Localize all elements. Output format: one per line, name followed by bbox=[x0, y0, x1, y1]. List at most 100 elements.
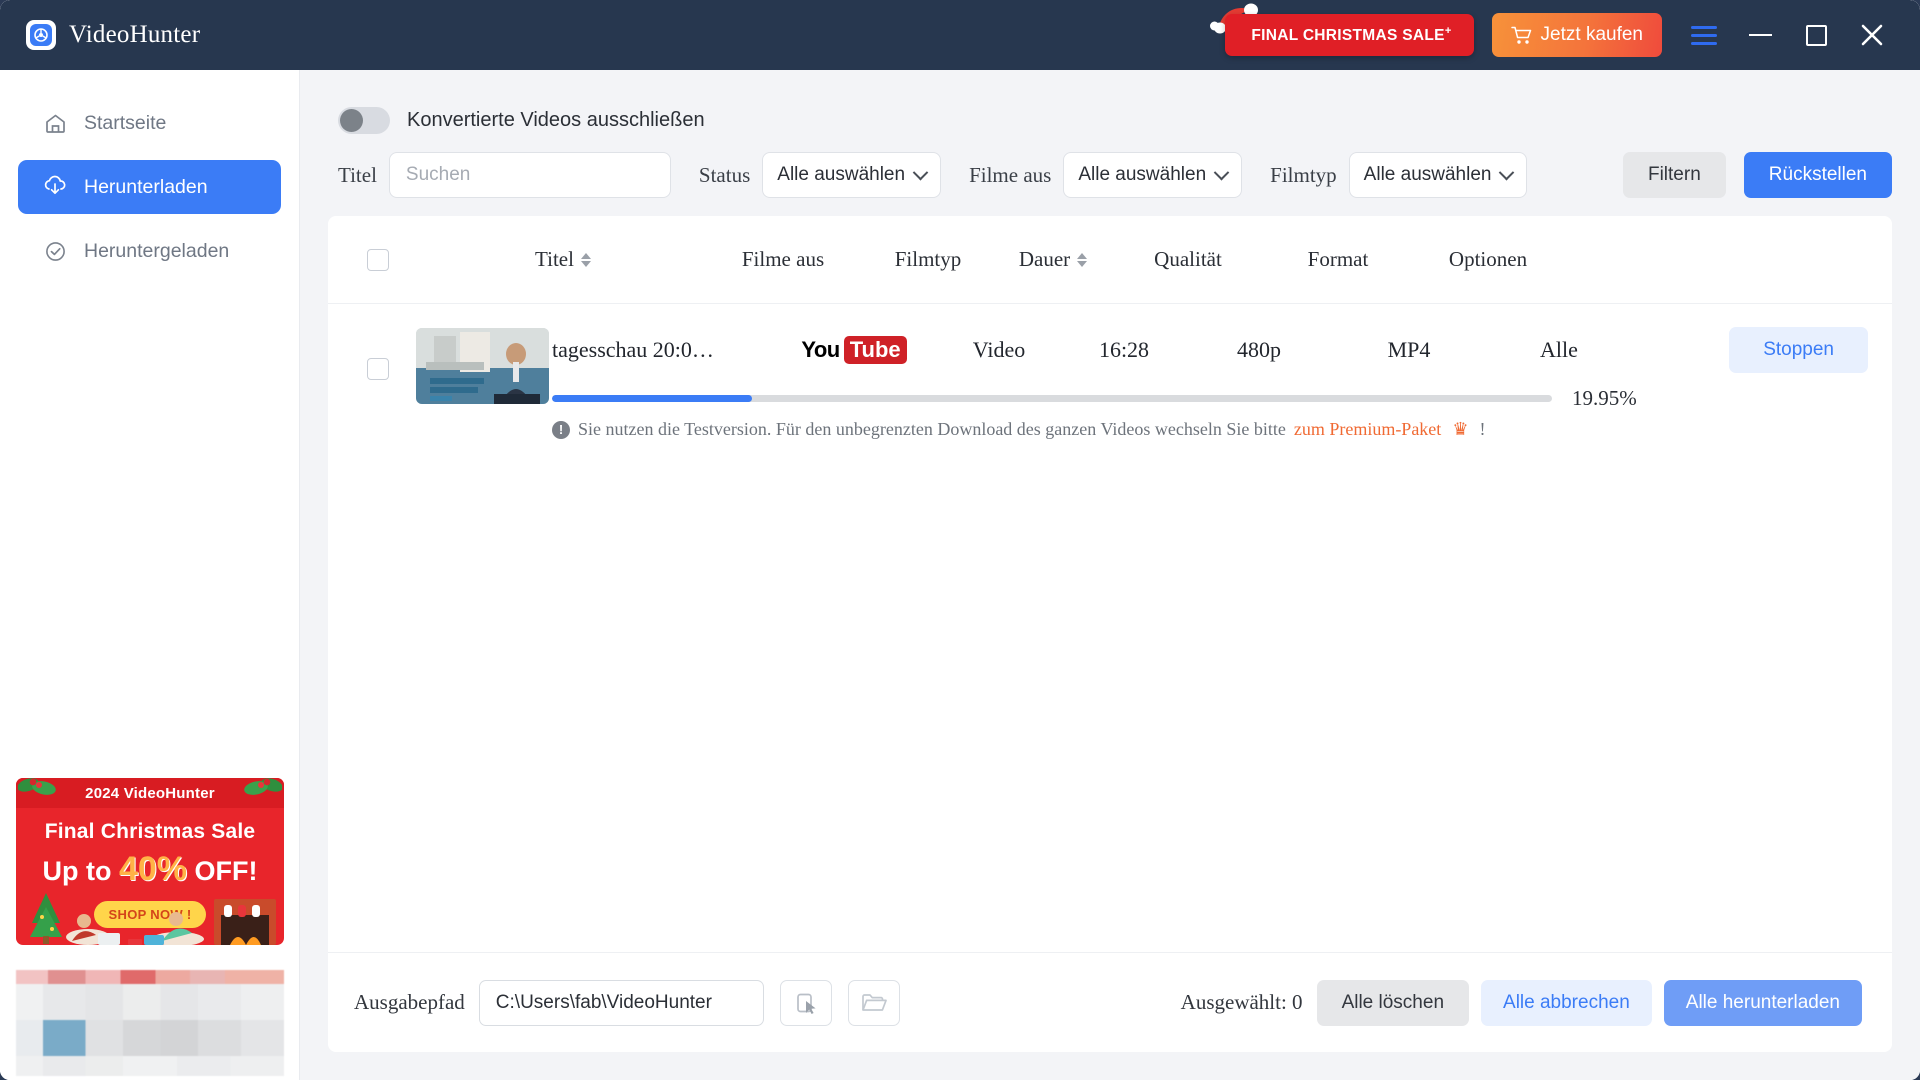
row-format[interactable]: MP4 bbox=[1329, 337, 1489, 363]
sort-title-icon[interactable] bbox=[580, 252, 591, 267]
progress-track bbox=[552, 395, 1552, 402]
sidebar-item-startseite[interactable]: Startseite bbox=[18, 96, 281, 150]
hamburger-menu-icon[interactable] bbox=[1676, 7, 1732, 63]
selected-count: Ausgewählt: 0 bbox=[1180, 990, 1303, 1014]
christmas-sale-banner[interactable]: FINAL CHRISTMAS SALE+ bbox=[1210, 3, 1474, 57]
holly-icon-left bbox=[18, 778, 56, 795]
home-icon bbox=[43, 111, 67, 135]
trial-notice-suffix: ! bbox=[1479, 419, 1486, 439]
header-duration[interactable]: Dauer bbox=[988, 247, 1118, 272]
christmas-sale-text: FINAL CHRISTMAS SALE bbox=[1251, 27, 1445, 45]
type-filter-select[interactable]: Alle auswählen bbox=[1348, 152, 1528, 198]
type-filter-label: Filmtyp bbox=[1270, 162, 1337, 187]
progress-fill bbox=[552, 395, 752, 402]
output-path-label: Ausgabepfad bbox=[354, 990, 465, 1014]
buy-now-label: Jetzt kaufen bbox=[1540, 24, 1643, 45]
status-filter-value: Alle auswählen bbox=[777, 164, 906, 185]
progress-percent: 19.95% bbox=[1572, 386, 1637, 410]
sidebar-item-label: Herunterladen bbox=[84, 175, 208, 198]
row-quality[interactable]: 480p bbox=[1189, 337, 1329, 363]
header-duration-label: Dauer bbox=[1018, 247, 1071, 271]
stop-button[interactable]: Stoppen bbox=[1729, 327, 1868, 373]
christmas-sale-sup: + bbox=[1444, 24, 1452, 37]
check-circle-icon bbox=[43, 239, 67, 263]
brand: VideoHunter bbox=[26, 20, 200, 50]
title-filter-label: Titel bbox=[338, 162, 377, 187]
header-type-label: Filmtyp bbox=[894, 247, 962, 271]
warning-icon: ! bbox=[552, 420, 570, 439]
source-filter-select[interactable]: Alle auswählen bbox=[1063, 152, 1243, 198]
table-row: tagesschau 20:0… You Tube Video 16:28 480… bbox=[328, 304, 1892, 440]
select-all-cell bbox=[328, 248, 428, 271]
download-cloud-icon bbox=[43, 175, 67, 199]
search-input[interactable] bbox=[388, 152, 671, 198]
type-filter-value: Alle auswählen bbox=[1363, 164, 1492, 185]
row-source: You Tube bbox=[769, 333, 939, 367]
christmas-sale-label: FINAL CHRISTMAS SALE+ bbox=[1225, 13, 1474, 57]
sidebar: Startseite Herunterladen Heruntergeladen… bbox=[0, 70, 300, 1080]
delete-all-button[interactable]: Alle löschen bbox=[1316, 979, 1470, 1026]
sidebar-item-label: Startseite bbox=[84, 111, 167, 134]
header-type: Filmtyp bbox=[868, 247, 988, 272]
youtube-logo-icon: You Tube bbox=[801, 333, 907, 367]
promo-illustration bbox=[30, 893, 276, 945]
cursor-select-icon[interactable] bbox=[779, 979, 832, 1026]
row-progress: 19.95% bbox=[549, 386, 1868, 411]
header-title[interactable]: Titel bbox=[428, 247, 698, 272]
row-options[interactable]: Alle bbox=[1489, 337, 1629, 363]
cancel-all-button[interactable]: Alle abbrechen bbox=[1481, 979, 1652, 1026]
download-all-button[interactable]: Alle herunterladen bbox=[1663, 979, 1862, 1026]
header-quality: Qualität bbox=[1118, 247, 1258, 272]
chevron-down-icon bbox=[1499, 164, 1515, 180]
row-action-cell: Stoppen bbox=[1629, 327, 1868, 373]
header-quality-label: Qualität bbox=[1154, 247, 1222, 271]
header-source: Filme aus bbox=[698, 247, 868, 272]
open-folder-icon[interactable] bbox=[847, 979, 900, 1026]
row-duration: 16:28 bbox=[1098, 337, 1150, 362]
header-options: Optionen bbox=[1418, 247, 1558, 272]
status-filter-label: Status bbox=[698, 162, 751, 187]
app-window: VideoHunter FINAL CHRISTMAS SALE+ Jetzt … bbox=[0, 0, 1920, 1080]
sidebar-item-heruntergeladen[interactable]: Heruntergeladen bbox=[18, 224, 281, 278]
select-all-checkbox[interactable] bbox=[367, 248, 389, 271]
header-title-label: Titel bbox=[535, 247, 574, 271]
sidebar-promo-banner[interactable]: 2024 VideoHunter Final Christmas Sale Up… bbox=[16, 778, 284, 945]
filter-button[interactable]: Filtern bbox=[1622, 152, 1726, 198]
exclude-converted-toggle[interactable] bbox=[338, 106, 390, 134]
sort-duration-icon[interactable] bbox=[1077, 252, 1088, 267]
app-title: VideoHunter bbox=[69, 21, 201, 48]
trial-notice-text: Sie nutzen die Testversion. Für den unbe… bbox=[578, 419, 1286, 439]
maximize-icon[interactable] bbox=[1788, 7, 1844, 63]
row-content: tagesschau 20:0… You Tube Video 16:28 480… bbox=[549, 327, 1868, 440]
videohunter-logo-icon bbox=[26, 20, 56, 50]
chevron-down-icon bbox=[1213, 164, 1230, 180]
promo-discount-post: OFF! bbox=[187, 856, 258, 886]
chevron-down-icon bbox=[912, 164, 929, 180]
output-path-input[interactable] bbox=[478, 979, 764, 1026]
main-panel: Konvertierte Videos ausschließen Titel S… bbox=[300, 70, 1920, 1080]
sidebar-item-herunterladen[interactable]: Herunterladen bbox=[18, 160, 281, 214]
row-checkbox[interactable] bbox=[367, 358, 389, 380]
exclude-converted-row: Konvertierte Videos ausschließen bbox=[328, 70, 1892, 144]
premium-link[interactable]: zum Premium-Paket bbox=[1294, 419, 1441, 440]
filter-bar: Titel Status Alle auswählen Filme aus Al… bbox=[328, 144, 1892, 206]
video-thumbnail bbox=[416, 328, 549, 404]
buy-now-button[interactable]: Jetzt kaufen bbox=[1491, 13, 1662, 57]
reset-button[interactable]: Rückstellen bbox=[1743, 152, 1892, 198]
row-top: tagesschau 20:0… You Tube Video 16:28 480… bbox=[549, 327, 1868, 373]
trial-notice: ! Sie nutzen die Testversion. Für den un… bbox=[549, 419, 1868, 440]
source-filter-label: Filme aus bbox=[969, 162, 1052, 187]
titlebar-actions: FINAL CHRISTMAS SALE+ Jetzt kaufen bbox=[1210, 3, 1900, 63]
title-bar: VideoHunter FINAL CHRISTMAS SALE+ Jetzt … bbox=[0, 0, 1920, 70]
holly-icon-right bbox=[244, 778, 282, 795]
promo-discount-pre: Up to bbox=[42, 856, 119, 886]
header-format: Format bbox=[1258, 247, 1418, 272]
sidebar-item-label: Heruntergeladen bbox=[84, 239, 230, 262]
status-filter-select[interactable]: Alle auswählen bbox=[762, 152, 942, 198]
close-icon[interactable] bbox=[1844, 7, 1900, 63]
row-type: Video bbox=[972, 337, 1026, 362]
header-source-label: Filme aus bbox=[741, 247, 825, 271]
minimize-icon[interactable] bbox=[1732, 7, 1788, 63]
downloads-card: Titel Filme aus Filmtyp Dauer Qualität F… bbox=[328, 216, 1892, 1052]
sidebar-blurred-preview bbox=[16, 970, 284, 1076]
